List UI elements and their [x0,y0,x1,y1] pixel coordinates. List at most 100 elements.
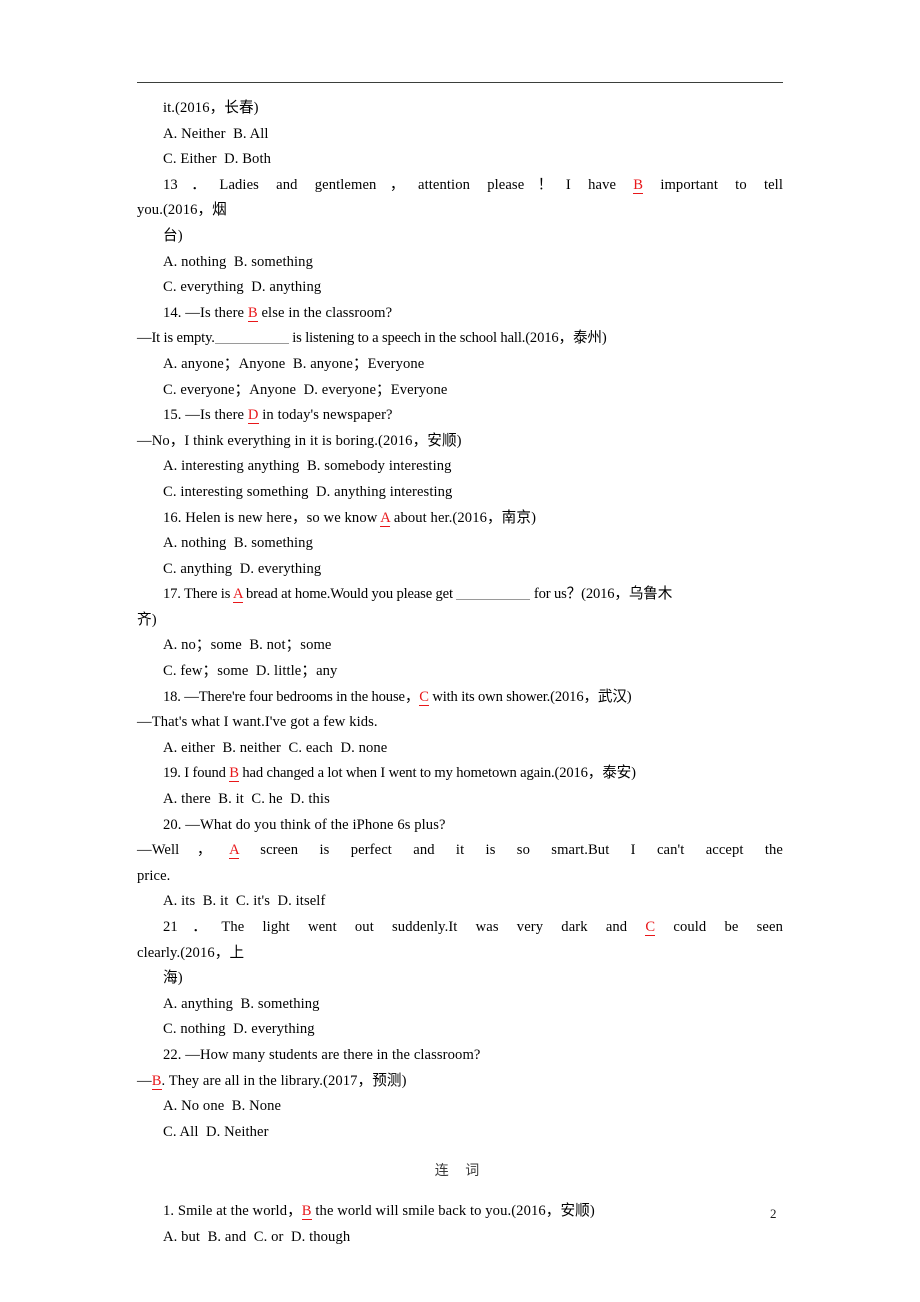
option-line: A. either B. neither C. each D. none [163,739,388,756]
line-text: else in the classroom? [257,304,393,321]
answer-mark: A [380,509,391,527]
option-line: A. Neither B. All [163,125,269,142]
answer-mark: B [633,176,644,194]
option-line: A. interesting anything B. somebody inte… [163,458,452,475]
option-line: C. Either D. Both [163,151,272,168]
question-line-19: 19. I found B had changed a lot when I w… [137,761,783,787]
text-line: A. anything B. something [137,992,783,1018]
text-line: 台) [137,224,783,250]
answer-mark: B [247,304,258,322]
option-line: A. nothing B. something [163,535,313,552]
line-text: 齐) [137,611,157,628]
answer-mark: B [229,765,239,783]
answer-mark: D [247,407,259,425]
line-text: you.(2016，烟 [137,202,227,219]
line-text: —Well， [137,842,230,859]
line-text: about her.(2016，南京) [390,509,537,526]
text-line: C. Either D. Both [137,147,783,173]
line-text: for us？(2016，乌鲁木 [530,586,673,603]
line-text: 1. Smile at the world， [163,1202,302,1219]
answer-mark: B [151,1072,162,1090]
line-text: 22. —How many students are there in the … [163,1046,481,1063]
question-line-14: 14. —Is there B else in the classroom? [137,301,783,327]
line-text: —That's what I want.I've got a few kids. [137,714,378,731]
option-line: A. anything B. something [163,995,320,1012]
text-line: A. nothing B. something [137,250,783,276]
text-line: C. everyone；Anyone D. everyone；Everyone [137,378,783,404]
line-text: bread at home.Would you please get [242,586,457,603]
option-line: C. All D. Neither [163,1123,269,1140]
section-heading: 连 词 [434,1163,486,1180]
option-line: C. everyone；Anyone D. everyone；Everyone [163,381,448,398]
line-text: 15. —Is there [163,407,248,424]
text-line: C. nothing D. everything [137,1017,783,1043]
text-line: A. Neither B. All [137,122,783,148]
option-line: A. but B. and C. or D. though [163,1228,351,1245]
text-line: A. nothing B. something [137,531,783,557]
question-line-conj-1: 1. Smile at the world，B the world will s… [137,1199,783,1225]
question-line-22: 22. —How many students are there in the … [137,1043,783,1069]
line-text: clearly.(2016，上 [137,944,245,961]
line-text: 14. —Is there [163,304,248,321]
answer-mark: A [229,842,239,860]
fill-in-blank [214,343,289,345]
header-rule [137,82,783,83]
line-text: 19. I found [163,765,230,782]
line-text: 18. —There're four bedrooms in the house… [163,688,420,705]
question-line-13: 13．Ladies and gentlemen，attention please… [137,173,783,199]
text-line: C. All D. Neither [137,1120,783,1146]
line-text: — [137,1072,152,1089]
option-line: A. No one B. None [163,1098,282,1115]
text-line: A. its B. it C. it's D. itself [137,889,783,915]
line-text: 21．The light went out suddenly.It was ve… [163,919,646,935]
text-line: C. interesting something D. anything int… [137,480,783,506]
text-line: —It is empty. is listening to a speech i… [137,326,783,352]
option-line: C. few；some D. little；any [163,663,338,680]
text-line: C. anything D. everything [137,557,783,583]
text-line: —That's what I want.I've got a few kids. [137,710,783,736]
text-line: A. no；some B. not；some [137,633,783,659]
line-text: the world will smile back to you.(2016，安… [311,1202,595,1219]
question-line-21: 21．The light went out suddenly.It was ve… [137,915,783,941]
line-text: had changed a lot when I went to my home… [238,765,636,782]
text-line: A. but B. and C. or D. though [137,1225,783,1251]
line-text: —No，I think everything in it is boring.(… [137,432,462,449]
text-line: A. there B. it C. he D. this [137,787,783,813]
text-line: price. [137,864,783,890]
line-text: price. [137,867,171,884]
line-text: 16. Helen is new here，so we know [163,509,381,526]
line-text: screen is perfect and it is so smart.But… [238,842,784,859]
text-line: you.(2016，烟 [137,198,783,224]
text-line: C. everything D. anything [137,275,783,301]
document-body: it.(2016，长春) A. Neither B. All C. Either… [137,96,783,1250]
option-line: C. anything D. everything [163,560,322,577]
text-line: C. few；some D. little；any [137,659,783,685]
option-line: C. interesting something D. anything int… [163,483,453,500]
option-line: A. anyone；Anyone B. anyone；Everyone [163,355,425,372]
document-page: it.(2016，长春) A. Neither B. All C. Either… [0,0,920,1302]
page-number: 2 [770,1206,777,1221]
text-line: A. interesting anything B. somebody inte… [137,454,783,480]
line-text: is listening to a speech in the school h… [288,330,607,347]
text-line: it.(2016，长春) [137,96,783,122]
text-line: —No，I think everything in it is boring.(… [137,429,783,455]
line-text: 13．Ladies and gentlemen，attention please… [163,176,634,193]
line-text: 台) [163,227,183,244]
question-line-17: 17. There is A bread at home.Would you p… [137,582,783,608]
text-line: A. anyone；Anyone B. anyone；Everyone [137,352,783,378]
question-line-16: 16. Helen is new here，so we know A about… [137,506,783,532]
line-text: important to tell [643,176,783,193]
option-line: C. everything D. anything [163,279,322,296]
question-line-15: 15. —Is there D in today's newspaper? [137,403,783,429]
fill-in-blank [456,599,531,601]
line-text: could be seen [655,919,783,935]
text-line: clearly.(2016，上 [137,941,783,967]
text-line: A. either B. neither C. each D. none [137,736,783,762]
answer-mark: C [645,919,656,936]
option-line: A. there B. it C. he D. this [163,791,330,808]
text-line: 齐) [137,608,783,634]
text-line: —B. They are all in the library.(2017，预测… [137,1069,783,1095]
line-text: —It is empty. [137,330,215,347]
line-text: 20. —What do you think of the iPhone 6s … [163,816,446,833]
line-text: 海) [163,970,183,987]
